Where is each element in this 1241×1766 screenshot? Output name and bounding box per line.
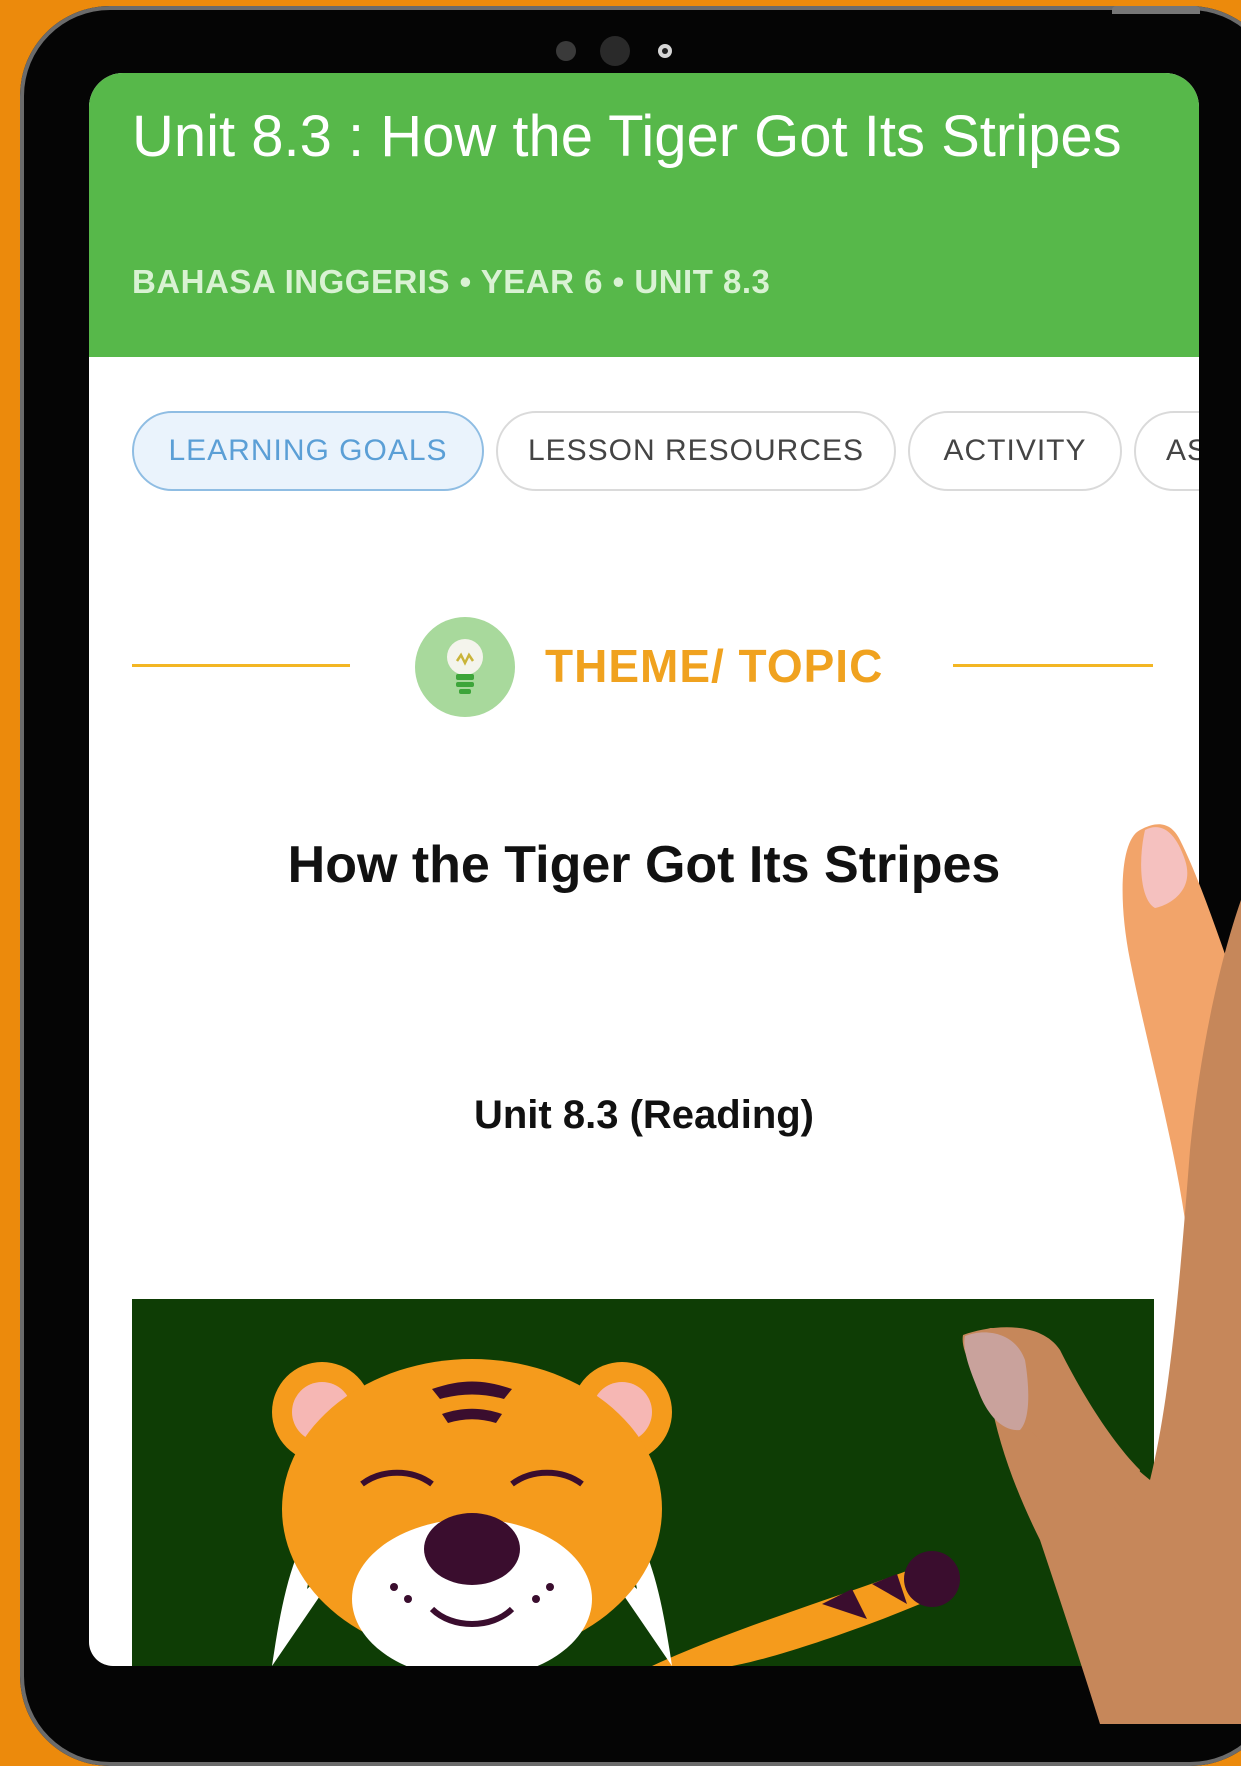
hand-illustration	[962, 824, 1241, 1724]
